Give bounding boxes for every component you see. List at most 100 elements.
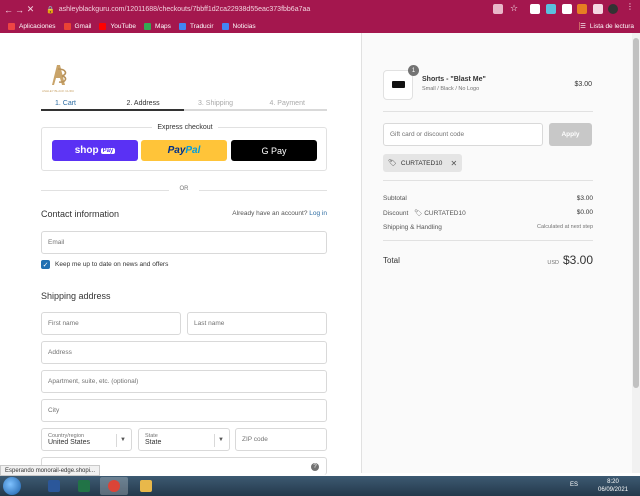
contact-title: Contact information bbox=[41, 209, 120, 219]
bookmark-news[interactable]: Noticias bbox=[221, 22, 256, 30]
clock-time: 8:20 bbox=[607, 479, 619, 485]
back-icon[interactable]: ← bbox=[3, 5, 14, 15]
chevron-down-icon: ▼ bbox=[218, 437, 224, 443]
total-value: $3.00 bbox=[562, 253, 593, 267]
language-indicator[interactable]: ES bbox=[570, 482, 578, 488]
subtotal-label: Subtotal bbox=[383, 195, 407, 202]
paypal-text-a: Pay bbox=[167, 145, 186, 156]
newsletter-label: Keep me up to date on news and offers bbox=[55, 261, 169, 268]
reading-list-button[interactable]: ☰ Lista de lectura bbox=[580, 22, 634, 31]
bookmark-label: Noticias bbox=[232, 22, 256, 30]
news-icon bbox=[221, 22, 229, 30]
bookmark-star-icon[interactable]: ☆ bbox=[510, 3, 520, 13]
browser-toolbar: ← → ✕ 🔒 ashleyblackguru.com/12011688/che… bbox=[0, 0, 640, 19]
taskbar-chrome[interactable] bbox=[100, 477, 128, 495]
discount-tag-label: CURTATED10 bbox=[400, 159, 443, 167]
shop-pay-badge: Pay bbox=[100, 147, 116, 154]
country-value: United States bbox=[48, 439, 91, 446]
system-clock[interactable]: 8:20 06/09/2021 bbox=[598, 478, 628, 494]
bookmark-label: Aplicaciones bbox=[19, 22, 56, 30]
shipping-value: Calculated at next step bbox=[537, 224, 593, 230]
apartment-field[interactable]: Apartment, suite, etc. (optional) bbox=[41, 370, 327, 393]
tag-icon: 🏷 bbox=[414, 210, 423, 217]
order-summary: 1 Shorts - "Blast Me" Small / Black / No… bbox=[361, 33, 632, 473]
login-link[interactable]: Log in bbox=[309, 210, 327, 217]
profile-avatar[interactable] bbox=[608, 4, 618, 14]
address-field[interactable]: Address bbox=[41, 341, 327, 364]
apply-button[interactable]: Apply bbox=[549, 123, 592, 146]
tag-icon: 🏷 bbox=[388, 160, 397, 167]
store-logo[interactable] bbox=[46, 61, 70, 89]
total-row: Total USD $3.00 bbox=[383, 253, 593, 267]
stop-icon[interactable]: ✕ bbox=[25, 4, 36, 15]
discount-value: $0.00 bbox=[576, 209, 593, 216]
divider bbox=[383, 180, 593, 181]
close-icon[interactable]: ✕ bbox=[450, 159, 457, 168]
extension-c-icon[interactable] bbox=[577, 4, 587, 14]
discount-row: Discount 🏷 CURTATED10 $0.00 bbox=[383, 209, 593, 217]
reading-list-label: Lista de lectura bbox=[589, 22, 634, 30]
zip-field[interactable]: ZIP code bbox=[235, 428, 327, 451]
help-icon[interactable]: ? bbox=[311, 463, 319, 471]
login-hint-text: Already have an account? bbox=[232, 210, 308, 217]
select-separator bbox=[116, 434, 117, 447]
shorts-image bbox=[392, 81, 405, 88]
google-pay-button[interactable]: G Pay bbox=[231, 140, 317, 161]
product-price: $3.00 bbox=[574, 81, 592, 88]
shop-pay-button[interactable]: shop Pay bbox=[52, 140, 138, 161]
folder-icon bbox=[140, 480, 152, 492]
first-name-field[interactable]: First name bbox=[41, 312, 181, 335]
state-select[interactable]: State State ▼ bbox=[138, 428, 230, 451]
state-value: State bbox=[145, 439, 162, 446]
chrome-icon bbox=[108, 480, 120, 492]
bookmark-youtube[interactable]: YouTube bbox=[99, 22, 137, 30]
shop-pay-text: shop bbox=[74, 145, 99, 156]
subtotal-row: Subtotal $3.00 bbox=[383, 195, 593, 202]
forward-icon[interactable]: → bbox=[14, 5, 25, 15]
last-name-field[interactable]: Last name bbox=[187, 312, 327, 335]
discount-code: CURTATED10 bbox=[424, 210, 466, 217]
checkout-page: ASHLEY BLACK GURU 1. Cart 2. Address 3. … bbox=[0, 33, 640, 475]
email-field[interactable]: Email bbox=[41, 231, 327, 254]
bookmark-label: YouTube bbox=[110, 22, 137, 30]
lock-icon[interactable]: 🔒 bbox=[46, 6, 55, 14]
scrollbar-thumb[interactable] bbox=[633, 38, 639, 388]
scrollbar[interactable] bbox=[632, 33, 640, 473]
bookmark-apps[interactable]: Aplicaciones bbox=[8, 22, 56, 30]
word-icon bbox=[48, 480, 60, 492]
translate-icon[interactable] bbox=[493, 4, 503, 14]
bookmark-label: Traducir bbox=[189, 22, 214, 30]
discount-code-input[interactable]: Gift card or discount code bbox=[383, 123, 543, 146]
bookmark-translate[interactable]: Traducir bbox=[178, 22, 214, 30]
discount-label-group: Discount 🏷 CURTATED10 bbox=[383, 209, 466, 217]
extensions-puzzle-icon[interactable] bbox=[593, 4, 603, 14]
city-field[interactable]: City bbox=[41, 399, 327, 422]
newsletter-checkbox[interactable]: ✓ Keep me up to date on news and offers bbox=[41, 260, 168, 269]
extension-circle-icon[interactable] bbox=[546, 4, 556, 14]
extension-grid-icon[interactable] bbox=[562, 4, 572, 14]
subtotal-value: $3.00 bbox=[576, 195, 593, 202]
extension-s-icon[interactable] bbox=[530, 4, 540, 14]
login-hint: Already have an account? Log in bbox=[232, 210, 327, 217]
shipping-title: Shipping address bbox=[41, 291, 111, 301]
maps-icon bbox=[144, 22, 152, 30]
address-bar[interactable]: ashleyblackguru.com/12011688/checkouts/7… bbox=[59, 6, 311, 13]
step-progress-fill bbox=[41, 109, 184, 111]
divider bbox=[383, 240, 593, 241]
bookmark-gmail[interactable]: Gmail bbox=[63, 22, 92, 30]
loading-status: Esperando monorail-edge.shopi... bbox=[0, 465, 101, 476]
paypal-text-b: Pal bbox=[185, 145, 201, 156]
taskbar-excel[interactable] bbox=[70, 477, 98, 495]
bookmark-maps[interactable]: Maps bbox=[144, 22, 171, 30]
checkmark-icon[interactable]: ✓ bbox=[41, 260, 50, 269]
menu-icon[interactable]: ⋮ bbox=[626, 2, 634, 12]
taskbar-word[interactable] bbox=[40, 477, 68, 495]
country-select[interactable]: Country/region United States ▼ bbox=[41, 428, 132, 451]
taskbar-explorer[interactable] bbox=[132, 477, 160, 495]
start-button[interactable] bbox=[3, 477, 21, 495]
paypal-button[interactable]: Pay Pal bbox=[141, 140, 227, 161]
product-thumbnail bbox=[383, 70, 413, 100]
bookmark-label: Gmail bbox=[74, 22, 92, 30]
discount-label: Discount bbox=[383, 210, 409, 217]
reading-list-icon: ☰ bbox=[580, 23, 586, 30]
